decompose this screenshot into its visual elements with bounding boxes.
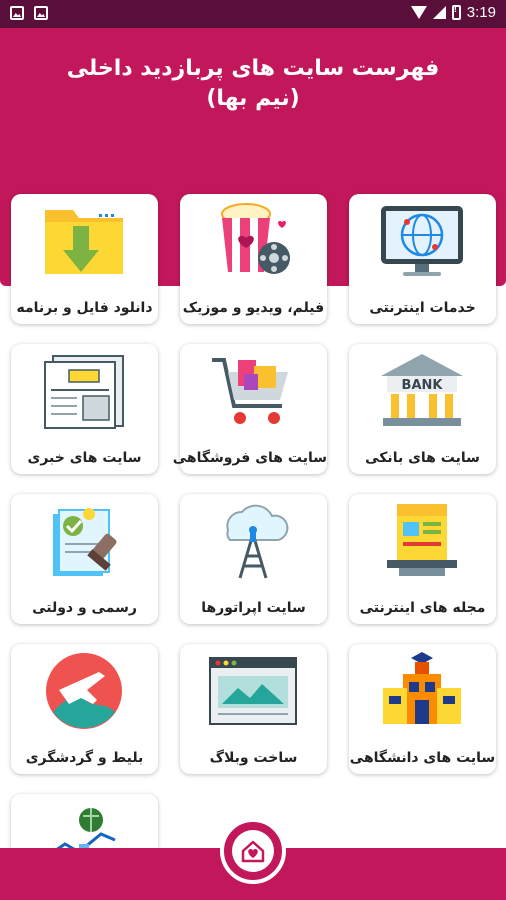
card-internet-services[interactable]: خدمات اینترنتی <box>349 194 496 324</box>
card-official[interactable]: رسمی و دولتی <box>11 494 158 624</box>
web-page-icon <box>209 657 297 725</box>
bank-icon: BANK <box>381 354 463 426</box>
card-label: سایت های فروشگاهی <box>172 450 327 466</box>
official-stamp-icon <box>53 508 117 576</box>
home-heart-icon <box>241 840 265 863</box>
home-button-inner <box>232 830 274 872</box>
card-label: خدمات اینترنتی <box>369 300 476 316</box>
card-label: مجله های اینترنتی <box>359 600 486 616</box>
card-magazines[interactable]: مجله های اینترنتی <box>349 494 496 624</box>
card-label: دانلود فایل و برنامه <box>16 300 153 316</box>
university-icon <box>383 652 461 724</box>
card-media[interactable]: فیلم، ویدیو و موزیک <box>180 194 327 324</box>
newspaper-icon <box>44 355 124 429</box>
card-label: رسمی و دولتی <box>32 600 137 616</box>
status-indicators: 3:19 <box>410 4 496 21</box>
card-universities[interactable]: سایت های دانشگاهی <box>349 644 496 774</box>
status-bar: 3:19 <box>0 0 506 28</box>
card-operators[interactable]: سایت اپراتورها <box>180 494 327 624</box>
cell-signal-icon <box>432 6 446 19</box>
magazine-stand-icon <box>387 504 457 576</box>
title-line-1: فهرست سایت های پربازدید داخلی <box>66 56 440 81</box>
notification-icons <box>10 6 48 20</box>
globe-monitor-icon <box>381 206 463 276</box>
card-label: سایت های دانشگاهی <box>349 750 496 766</box>
home-button[interactable] <box>220 818 286 884</box>
card-banks[interactable]: BANK سایت های بانکی <box>349 344 496 474</box>
card-label: فیلم، ویدیو و موزیک <box>182 300 325 316</box>
gallery-notification-icon <box>34 6 48 20</box>
title-line-2: (نیم بها) <box>206 86 300 111</box>
airplane-globe-icon <box>46 653 122 729</box>
svg-text:BANK: BANK <box>402 378 444 393</box>
card-blog[interactable]: ساخت وبلاگ <box>180 644 327 774</box>
card-label: سایت های بانکی <box>365 450 480 466</box>
card-travel[interactable]: بلیط و گردشگری <box>11 644 158 774</box>
card-label: بلیط و گردشگری <box>25 750 144 766</box>
battery-icon <box>451 4 461 20</box>
image-notification-icon <box>10 6 24 20</box>
popcorn-film-icon <box>221 203 290 274</box>
shopping-cart-icon <box>212 358 288 424</box>
cell-tower-icon <box>226 504 289 579</box>
download-folder-icon <box>45 210 123 274</box>
card-label: ساخت وبلاگ <box>209 750 298 766</box>
card-label: سایت های خبری <box>27 450 142 466</box>
clock: 3:19 <box>466 4 496 21</box>
card-downloads[interactable]: دانلود فایل و برنامه <box>11 194 158 324</box>
card-shops[interactable]: سایت های فروشگاهی <box>172 344 327 474</box>
page-title: فهرست سایت های پربازدید داخلی (نیم بها) <box>40 54 466 114</box>
card-news[interactable]: سایت های خبری <box>11 344 158 474</box>
wifi-icon <box>410 6 427 19</box>
card-label: سایت اپراتورها <box>201 600 306 616</box>
